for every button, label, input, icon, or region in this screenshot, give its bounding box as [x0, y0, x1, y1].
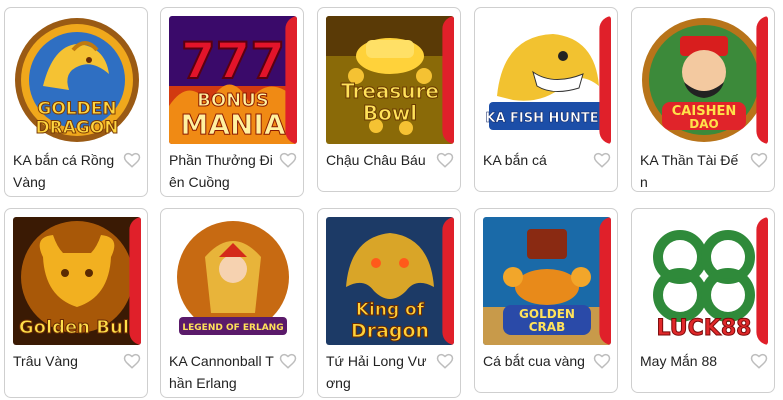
game-title: Tứ Hải Long Vương — [326, 353, 427, 391]
game-thumbnail[interactable]: 777 BONUS MANIA KA — [169, 16, 297, 144]
game-thumbnail[interactable]: GOLDEN CRAB KA — [483, 217, 611, 345]
game-card-golden-crab[interactable]: GOLDEN CRAB KA Cá bắt cua vàng — [474, 208, 618, 393]
favorite-heart-icon[interactable] — [279, 151, 297, 169]
svg-text:DAO: DAO — [689, 117, 718, 131]
ka-badge-icon: KA — [436, 217, 454, 345]
game-card-legend-of-erlang[interactable]: LEGEND OF ERLANG KA Cannonball Thần Erla… — [160, 208, 304, 398]
game-title: Chậu Châu Báu — [326, 152, 426, 168]
game-thumbnail[interactable]: GOLDEN DRAGON — [13, 16, 141, 144]
game-card-golden-bull[interactable]: Golden Bull KA Trâu Vàng — [4, 208, 148, 398]
golden-crab-art-icon: GOLDEN CRAB — [483, 217, 611, 345]
fish-hunter-art-icon: KA FISH HUNTER — [483, 16, 611, 144]
svg-text:KA FISH HUNTER: KA FISH HUNTER — [485, 111, 608, 126]
bonus-mania-art-icon: 777 BONUS MANIA — [169, 16, 297, 144]
game-card-fish-hunter[interactable]: KA FISH HUNTER KA KA bắn cá — [474, 7, 618, 192]
svg-text:GOLDEN: GOLDEN — [37, 99, 116, 119]
game-card-bonus-mania[interactable]: 777 BONUS MANIA KA Phần Thưởng Điên Cuồn… — [160, 7, 304, 197]
svg-text:MANIA: MANIA — [180, 108, 285, 141]
svg-text:LUCK88: LUCK88 — [657, 316, 752, 341]
game-card-luck88[interactable]: LUCK88 KA May Mắn 88 — [631, 208, 775, 393]
svg-text:Bowl: Bowl — [363, 101, 417, 125]
game-card-treasure-bowl[interactable]: Treasure Bowl KA Chậu Châu Báu — [317, 7, 461, 192]
game-card-king-of-dragon[interactable]: King of Dragon KA Tứ Hải Long Vương — [317, 208, 461, 398]
game-title: KA bắn cá Rồng Vàng — [13, 152, 115, 190]
game-title: KA bắn cá — [483, 152, 547, 168]
favorite-heart-icon[interactable] — [750, 151, 768, 169]
svg-text:777: 777 — [181, 32, 285, 90]
game-card-caishen-dao[interactable]: CAISHEN DAO KA KA Thần Tài Đến — [631, 7, 775, 192]
game-title: KA Cannonball Thần Erlang — [169, 353, 274, 391]
favorite-heart-icon[interactable] — [436, 151, 454, 169]
game-thumbnail[interactable]: KA FISH HUNTER KA — [483, 16, 611, 144]
game-title: Cá bắt cua vàng — [483, 353, 585, 369]
game-thumbnail[interactable]: CAISHEN DAO KA — [640, 16, 768, 144]
svg-text:CRAB: CRAB — [529, 320, 565, 334]
svg-text:King of: King of — [356, 300, 425, 320]
svg-text:Treasure: Treasure — [341, 79, 439, 103]
game-thumbnail[interactable]: King of Dragon KA — [326, 217, 454, 345]
ka-badge-icon: KA — [750, 217, 768, 345]
favorite-heart-icon[interactable] — [279, 352, 297, 370]
ka-badge-icon: KA — [123, 217, 141, 345]
golden-bull-art-icon: Golden Bull — [13, 217, 141, 345]
favorite-heart-icon[interactable] — [750, 352, 768, 370]
game-title: Phần Thưởng Điên Cuồng — [169, 152, 273, 190]
ka-badge-icon: KA — [279, 16, 297, 144]
favorite-heart-icon[interactable] — [123, 352, 141, 370]
svg-text:Golden Bull: Golden Bull — [19, 317, 135, 338]
ka-badge-icon: KA — [750, 16, 768, 144]
svg-text:DRAGON: DRAGON — [36, 118, 119, 138]
game-thumbnail[interactable]: Treasure Bowl KA — [326, 16, 454, 144]
ka-badge-icon: KA — [593, 217, 611, 345]
game-thumbnail[interactable]: Golden Bull KA — [13, 217, 141, 345]
game-title: May Mắn 88 — [640, 353, 718, 369]
game-thumbnail[interactable]: LUCK88 KA — [640, 217, 768, 345]
ka-badge-icon: KA — [436, 16, 454, 144]
game-card-golden-dragon[interactable]: GOLDEN DRAGON KA bắn cá Rồng Vàng — [4, 7, 148, 197]
caishen-dao-art-icon: CAISHEN DAO — [640, 16, 768, 144]
game-title: KA Thần Tài Đến — [640, 152, 739, 190]
svg-text:GOLDEN: GOLDEN — [519, 307, 575, 321]
treasure-bowl-art-icon: Treasure Bowl — [326, 16, 454, 144]
golden-dragon-art-icon: GOLDEN DRAGON — [13, 16, 141, 144]
king-of-dragon-art-icon: King of Dragon — [326, 217, 454, 345]
svg-text:LEGEND OF ERLANG: LEGEND OF ERLANG — [182, 323, 283, 333]
luck88-art-icon: LUCK88 — [640, 217, 768, 345]
favorite-heart-icon[interactable] — [123, 151, 141, 169]
legend-of-erlang-art-icon: LEGEND OF ERLANG — [169, 217, 297, 345]
ka-badge-icon: KA — [593, 16, 611, 144]
favorite-heart-icon[interactable] — [593, 352, 611, 370]
favorite-heart-icon[interactable] — [593, 151, 611, 169]
game-thumbnail[interactable]: LEGEND OF ERLANG — [169, 217, 297, 345]
svg-text:Dragon: Dragon — [351, 320, 429, 342]
game-title: Trâu Vàng — [13, 353, 78, 369]
favorite-heart-icon[interactable] — [436, 352, 454, 370]
